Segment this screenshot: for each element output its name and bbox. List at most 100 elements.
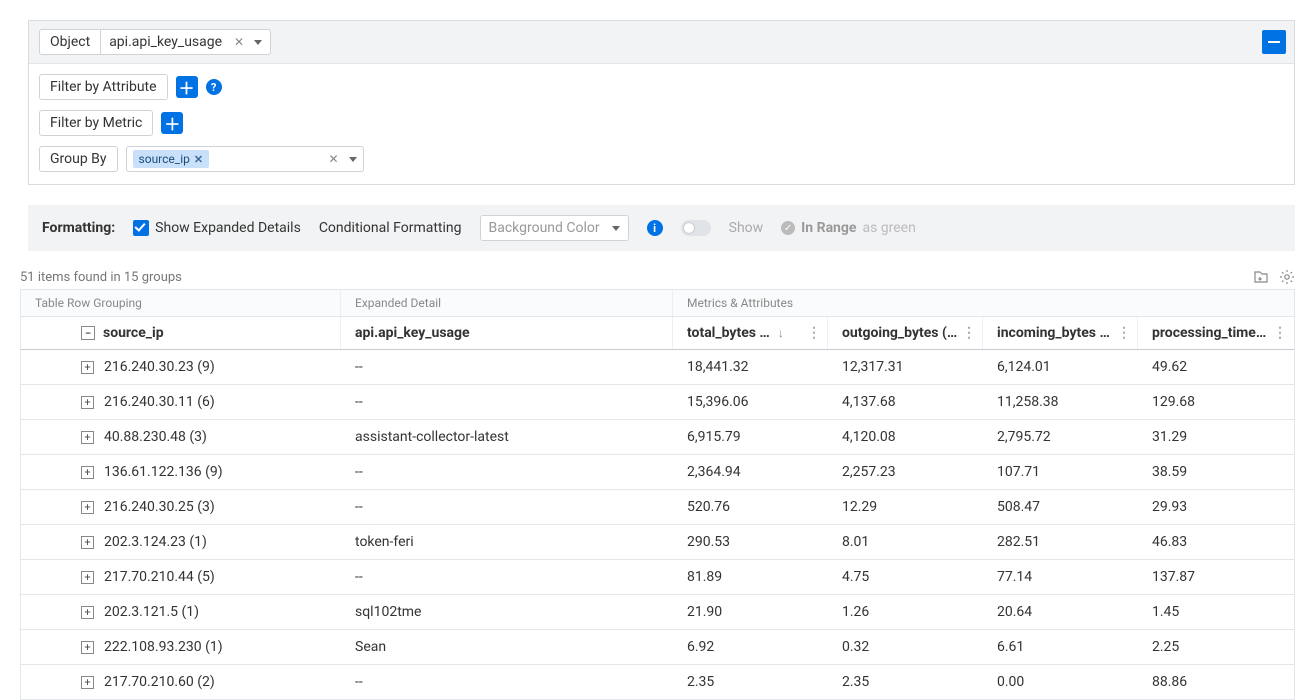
incoming-bytes-value: 6.61 bbox=[983, 630, 1138, 664]
expand-row-icon[interactable]: + bbox=[81, 431, 94, 444]
processing-time-value: 88.86 bbox=[1138, 665, 1293, 699]
column-menu-icon[interactable]: ⋮ bbox=[962, 325, 976, 341]
show-toggle[interactable] bbox=[681, 220, 711, 236]
table-row[interactable]: +217.70.210.44 (5)--81.894.7577.14137.87 bbox=[20, 560, 1295, 595]
background-color-select[interactable]: Background Color bbox=[480, 215, 629, 241]
outgoing-bytes-value: 2.35 bbox=[828, 665, 983, 699]
expand-row-icon[interactable]: + bbox=[81, 571, 94, 584]
outgoing-bytes-value: 12,317.31 bbox=[828, 350, 983, 384]
expand-row-icon[interactable]: + bbox=[81, 501, 94, 514]
column-menu-icon[interactable]: ⋮ bbox=[1273, 325, 1287, 341]
group-value: 217.70.210.60 (2) bbox=[104, 674, 215, 690]
group-value: 136.61.122.136 (9) bbox=[104, 464, 223, 480]
chevron-down-icon bbox=[349, 157, 357, 162]
incoming-bytes-value: 2,795.72 bbox=[983, 420, 1138, 454]
groupby-label: Group By bbox=[39, 146, 118, 172]
detail-value: -- bbox=[341, 455, 673, 489]
collapse-panel-button[interactable] bbox=[1262, 30, 1286, 54]
groupby-chip-label: source_ip bbox=[139, 152, 190, 166]
sort-desc-icon: ↓ bbox=[778, 326, 784, 340]
conditional-formatting-label: Conditional Formatting bbox=[319, 220, 462, 236]
column-menu-icon[interactable]: ⋮ bbox=[1117, 325, 1131, 341]
detail-value: token-feri bbox=[341, 525, 673, 559]
column-menu-icon[interactable]: ⋮ bbox=[807, 325, 821, 341]
show-label: Show bbox=[729, 220, 764, 236]
group-value: 216.240.30.23 (9) bbox=[104, 359, 215, 375]
object-row: Object api.api_key_usage ✕ bbox=[29, 21, 1294, 64]
expanded-checkbox[interactable] bbox=[133, 220, 149, 236]
col-api-key-usage[interactable]: api.api_key_usage bbox=[341, 317, 673, 349]
total-bytes-value: 21.90 bbox=[673, 595, 828, 629]
object-select[interactable]: api.api_key_usage ✕ bbox=[101, 29, 271, 55]
add-metric-filter-button[interactable]: ＋ bbox=[161, 112, 183, 134]
col-label: source_ip bbox=[103, 325, 164, 341]
superhead-grouping: Table Row Grouping bbox=[21, 290, 341, 316]
group-value: 202.3.124.23 (1) bbox=[104, 534, 207, 550]
processing-time-value: 46.83 bbox=[1138, 525, 1293, 559]
chevron-down-icon bbox=[254, 40, 262, 45]
expand-row-icon[interactable]: + bbox=[81, 466, 94, 479]
table-row[interactable]: +222.108.93.230 (1)Sean6.920.326.612.25 bbox=[20, 630, 1295, 665]
col-label: total_bytes … bbox=[687, 325, 770, 341]
processing-time-value: 129.68 bbox=[1138, 385, 1293, 419]
in-range-indicator: ✓ In Range as green bbox=[781, 220, 916, 236]
expand-row-icon[interactable]: + bbox=[81, 361, 94, 374]
groupby-chip[interactable]: source_ip ✕ bbox=[133, 150, 210, 168]
clear-object-icon[interactable]: ✕ bbox=[234, 35, 244, 49]
data-table: Table Row Grouping Expanded Detail Metri… bbox=[20, 289, 1295, 700]
col-total-bytes[interactable]: total_bytes … ↓ ⋮ bbox=[673, 317, 828, 349]
total-bytes-value: 6.92 bbox=[673, 630, 828, 664]
expand-row-icon[interactable]: + bbox=[81, 396, 94, 409]
table-row[interactable]: +216.240.30.23 (9)--18,441.3212,317.316,… bbox=[20, 350, 1295, 385]
superhead-metrics: Metrics & Attributes bbox=[673, 290, 1294, 316]
expand-row-icon[interactable]: + bbox=[81, 606, 94, 619]
object-label: Object bbox=[39, 29, 101, 55]
settings-icon[interactable] bbox=[1279, 269, 1295, 285]
minus-icon bbox=[1268, 41, 1280, 43]
formatting-bar: Formatting: Show Expanded Details Condit… bbox=[28, 205, 1295, 251]
group-value: 202.3.121.5 (1) bbox=[104, 604, 199, 620]
filter-metric-button[interactable]: Filter by Metric bbox=[39, 110, 153, 136]
table-row[interactable]: +216.240.30.25 (3)--520.7612.29508.4729.… bbox=[20, 490, 1295, 525]
outgoing-bytes-value: 2,257.23 bbox=[828, 455, 983, 489]
processing-time-value: 29.93 bbox=[1138, 490, 1293, 524]
superhead-detail: Expanded Detail bbox=[341, 290, 673, 316]
incoming-bytes-value: 77.14 bbox=[983, 560, 1138, 594]
detail-value: -- bbox=[341, 560, 673, 594]
outgoing-bytes-value: 8.01 bbox=[828, 525, 983, 559]
table-row[interactable]: +216.240.30.11 (6)--15,396.064,137.6811,… bbox=[20, 385, 1295, 420]
total-bytes-value: 2,364.94 bbox=[673, 455, 828, 489]
export-icon[interactable] bbox=[1253, 269, 1269, 285]
detail-value: -- bbox=[341, 490, 673, 524]
remove-chip-icon[interactable]: ✕ bbox=[194, 153, 203, 166]
expand-row-icon[interactable]: + bbox=[81, 676, 94, 689]
filter-attribute-button[interactable]: Filter by Attribute bbox=[39, 74, 168, 100]
col-incoming-bytes[interactable]: incoming_bytes … ⋮ bbox=[983, 317, 1138, 349]
expanded-checkbox-label: Show Expanded Details bbox=[155, 220, 301, 236]
table-row[interactable]: +202.3.124.23 (1)token-feri290.538.01282… bbox=[20, 525, 1295, 560]
groupby-input[interactable]: source_ip ✕ ✕ bbox=[126, 146, 364, 172]
add-attr-filter-button[interactable]: ＋ bbox=[176, 76, 198, 98]
col-outgoing-bytes[interactable]: outgoing_bytes (… ⋮ bbox=[828, 317, 983, 349]
expand-row-icon[interactable]: + bbox=[81, 536, 94, 549]
collapse-all-icon[interactable]: − bbox=[81, 326, 95, 340]
table-row[interactable]: +40.88.230.48 (3)assistant-collector-lat… bbox=[20, 420, 1295, 455]
outgoing-bytes-value: 12.29 bbox=[828, 490, 983, 524]
detail-value: -- bbox=[341, 665, 673, 699]
table-row[interactable]: +136.61.122.136 (9)--2,364.942,257.23107… bbox=[20, 455, 1295, 490]
detail-value: assistant-collector-latest bbox=[341, 420, 673, 454]
col-processing-time[interactable]: processing_time… ⋮ bbox=[1138, 317, 1293, 349]
expand-row-icon[interactable]: + bbox=[81, 641, 94, 654]
table-row[interactable]: +202.3.121.5 (1)sql102tme21.901.2620.641… bbox=[20, 595, 1295, 630]
check-circle-icon: ✓ bbox=[781, 221, 795, 235]
group-value: 216.240.30.25 (3) bbox=[104, 499, 215, 515]
detail-value: -- bbox=[341, 385, 673, 419]
detail-value: -- bbox=[341, 350, 673, 384]
info-icon[interactable]: i bbox=[647, 220, 663, 236]
clear-groupby-icon[interactable]: ✕ bbox=[328, 152, 338, 166]
incoming-bytes-value: 11,258.38 bbox=[983, 385, 1138, 419]
help-icon[interactable]: ? bbox=[206, 79, 222, 95]
col-source-ip[interactable]: − source_ip bbox=[21, 317, 341, 349]
incoming-bytes-value: 0.00 bbox=[983, 665, 1138, 699]
table-row[interactable]: +217.70.210.60 (2)--2.352.350.0088.86 bbox=[20, 665, 1295, 700]
